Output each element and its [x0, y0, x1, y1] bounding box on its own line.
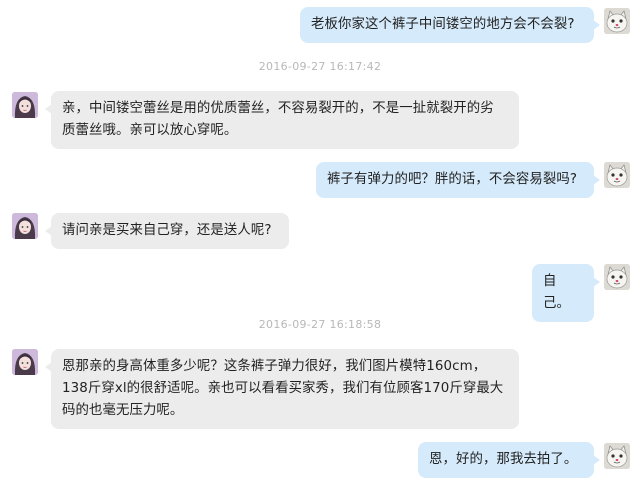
message-bubble-buyer: 裤子有弹力的吧？胖的话，不会容易裂吗? — [316, 162, 600, 198]
timestamp: 2016-09-27 16:17:42 — [258, 60, 382, 73]
message-bubble-seller: 恩那亲的身高体重多少呢？这条裤子弹力很好，我们图片模特160cm，138斤穿xl… — [45, 349, 519, 429]
message-text: 老板你家这个裤子中间镂空的地方会不会裂? — [311, 17, 575, 32]
message-bubble-seller: 请问亲是买来自己穿，还是送人呢? — [45, 213, 289, 249]
message-bubble-buyer: 恩，好的，那我去拍了。 — [418, 442, 600, 478]
message-text: 裤子有弹力的吧？胖的话，不会容易裂吗? — [327, 172, 578, 187]
message-text: 请问亲是买来自己穿，还是送人呢? — [62, 223, 272, 238]
seller-avatar-icon[interactable] — [12, 213, 38, 239]
message-text: 自己。 — [543, 274, 570, 311]
message-bubble-seller: 亲，中间镂空蕾丝是用的优质蕾丝，不容易裂开的，不是一扯就裂开的劣质蕾丝哦。亲可以… — [45, 91, 519, 149]
buyer-avatar-icon[interactable] — [604, 443, 630, 469]
message-text: 恩，好的，那我去拍了。 — [429, 452, 578, 467]
buyer-avatar-icon[interactable] — [604, 162, 630, 188]
message-bubble-buyer: 自己。 — [532, 264, 600, 322]
message-text: 恩那亲的身高体重多少呢？这条裤子弹力很好，我们图片模特160cm，138斤穿xl… — [62, 359, 504, 418]
buyer-avatar-icon[interactable] — [604, 8, 630, 34]
buyer-avatar-icon[interactable] — [604, 264, 630, 290]
message-bubble-buyer: 老板你家这个裤子中间镂空的地方会不会裂? — [300, 7, 600, 43]
message-text: 亲，中间镂空蕾丝是用的优质蕾丝，不容易裂开的，不是一扯就裂开的劣质蕾丝哦。亲可以… — [62, 101, 494, 138]
seller-avatar-icon[interactable] — [12, 92, 38, 118]
seller-avatar-icon[interactable] — [12, 349, 38, 375]
timestamp: 2016-09-27 16:18:58 — [258, 318, 382, 331]
